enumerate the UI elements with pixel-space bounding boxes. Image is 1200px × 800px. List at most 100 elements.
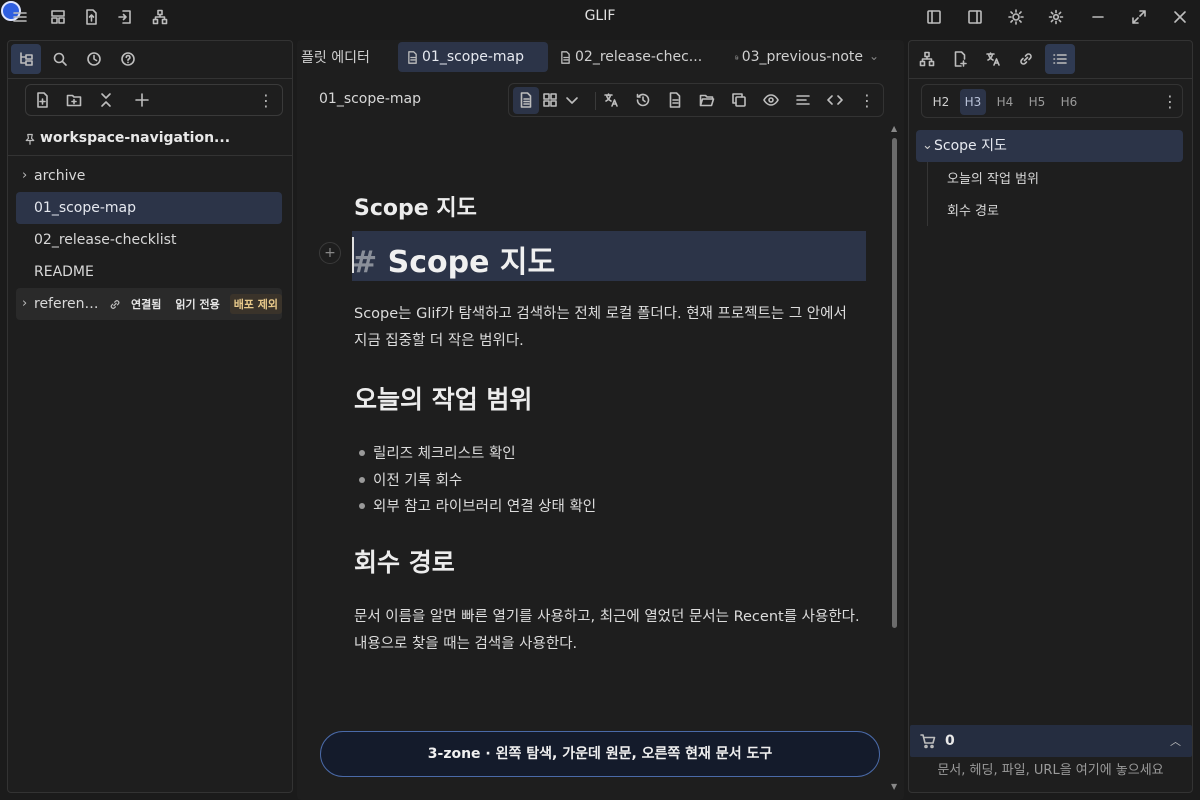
heading-level-h2[interactable]: H2: [928, 89, 954, 115]
list-item[interactable]: 외부 참고 라이브러리 연결 상태 확인: [358, 495, 596, 516]
graph-button[interactable]: [912, 44, 942, 74]
status-badge: 읽기 전용: [175, 298, 220, 311]
tree-item-readme[interactable]: README: [16, 256, 282, 288]
tab-release-checklist[interactable]: 02_release-chec...: [559, 42, 707, 72]
page-icon[interactable]: [667, 92, 683, 108]
code-icon[interactable]: [827, 92, 843, 108]
outline-item[interactable]: 회수 경로: [947, 200, 999, 219]
tree-item-label: 02_release-checklist: [34, 232, 177, 248]
layout-icon[interactable]: [50, 9, 66, 25]
right-sidebar: H2 H3 H4 H5 H6 ⋮ ⌄ Scope 지도 오늘의 작업 범위 회수…: [908, 40, 1193, 793]
tab-label: 01_scope-map: [422, 49, 525, 65]
close-icon[interactable]: [1172, 9, 1188, 25]
more-options-icon[interactable]: ⋮: [258, 91, 274, 110]
tree-icon: [20, 52, 33, 66]
paragraph[interactable]: Scope는 Glif가 탐색하고 검색하는 전체 로컬 폴더다. 현재 프로젝…: [354, 301, 864, 355]
tree-item-scope-map[interactable]: 01_scope-map: [16, 192, 282, 224]
tab-label: 플릿 에디터: [301, 50, 370, 66]
heading-level-h6[interactable]: H6: [1056, 89, 1082, 115]
drop-basket-bar[interactable]: 0 ︿: [910, 725, 1192, 757]
heading-block[interactable]: # Scope 지도: [352, 231, 866, 281]
workspace-name[interactable]: workspace-navigation...: [40, 130, 230, 146]
tree-view-button[interactable]: [11, 44, 41, 74]
translate-icon[interactable]: [603, 92, 619, 108]
left-sidebar: ⋮ workspace-navigation... › archive 01_s…: [7, 40, 293, 793]
title-bar: GLIF: [0, 0, 1200, 34]
recent-button[interactable]: [79, 44, 109, 74]
tree-item-label: reference...: [34, 296, 103, 312]
add-block-handle[interactable]: +: [319, 242, 341, 264]
scroll-down-icon[interactable]: ▼: [891, 782, 897, 791]
tree-item-archive[interactable]: › archive: [16, 160, 282, 192]
scroll-up-icon[interactable]: ▲: [891, 124, 897, 133]
tab-label: 02_release-chec...: [575, 49, 703, 65]
divider: [595, 92, 596, 110]
menu-icon[interactable]: [12, 9, 28, 25]
outline-button[interactable]: [1045, 44, 1075, 74]
tree-item-reference[interactable]: › reference... 연결됨 읽기 전용 배포 제외: [16, 288, 282, 320]
tab-template-editor[interactable]: 플릿 에디터: [301, 42, 397, 72]
tree-item-label: 01_scope-map: [34, 200, 137, 216]
paragraph[interactable]: 문서 이름을 알면 빠른 열기를 사용하고, 최근에 열었던 문서는 Recen…: [354, 604, 864, 658]
import-icon[interactable]: [117, 9, 133, 25]
file-link-button[interactable]: [945, 44, 975, 74]
divider: [8, 155, 292, 156]
section-heading[interactable]: 회수 경로: [354, 543, 455, 579]
theme-icon[interactable]: [1008, 9, 1024, 25]
divider: [909, 78, 1192, 79]
sitemap-icon: [919, 51, 935, 67]
list-item[interactable]: 이전 기록 회수: [358, 469, 462, 490]
basket-count: 0: [945, 733, 955, 749]
minimize-icon[interactable]: [1090, 9, 1106, 25]
outline-item-root[interactable]: ⌄ Scope 지도: [916, 130, 1183, 162]
file-icon: [408, 50, 417, 64]
tab-overflow-icon[interactable]: ⌄: [869, 49, 879, 63]
align-icon[interactable]: [795, 92, 811, 108]
chevron-down-icon[interactable]: [564, 92, 580, 108]
document-title: 01_scope-map: [319, 91, 422, 107]
toggle-right-panel-icon[interactable]: [967, 9, 983, 25]
chevron-down-icon: ⌄: [922, 138, 933, 153]
new-file-icon[interactable]: [34, 92, 50, 108]
heading-level-h4[interactable]: H4: [992, 89, 1018, 115]
more-options-icon[interactable]: ⋮: [859, 91, 875, 110]
layout-hint-banner: 3-zone · 왼쪽 탐색, 가운데 원문, 오른쪽 현재 문서 도구: [320, 731, 880, 777]
new-folder-icon[interactable]: [66, 92, 82, 108]
outline-label: Scope 지도: [934, 138, 1007, 154]
tab-previous-note[interactable]: 03_previous-note: [735, 42, 863, 72]
list-icon: [1053, 54, 1067, 64]
toggle-left-panel-icon[interactable]: [926, 9, 942, 25]
section-heading[interactable]: 오늘의 작업 범위: [354, 380, 532, 416]
heading-level-filter: H2 H3 H4 H5 H6 ⋮: [921, 84, 1183, 118]
grid-icon[interactable]: [542, 92, 558, 108]
search-button[interactable]: [45, 44, 75, 74]
add-icon[interactable]: [134, 92, 150, 108]
heading-level-h3[interactable]: H3: [960, 89, 986, 115]
tree-item-label: README: [34, 264, 94, 280]
heading-level-h5[interactable]: H5: [1024, 89, 1050, 115]
list-item[interactable]: 릴리즈 체크리스트 확인: [359, 442, 516, 463]
sitemap-icon[interactable]: [152, 9, 168, 25]
drop-zone-hint: 문서, 헤딩, 파일, URL을 여기에 놓으세요: [937, 763, 1164, 778]
tree-item-release-checklist[interactable]: 02_release-checklist: [16, 224, 282, 256]
eye-icon[interactable]: [763, 92, 779, 108]
outline-item[interactable]: 오늘의 작업 범위: [947, 168, 1039, 187]
help-button[interactable]: [113, 44, 143, 74]
folder-open-icon[interactable]: [699, 92, 715, 108]
maximize-icon[interactable]: [1131, 9, 1147, 25]
history-icon[interactable]: [635, 92, 651, 108]
document-icon[interactable]: [518, 92, 534, 108]
cart-icon: [920, 734, 936, 749]
export-file-icon[interactable]: [83, 9, 99, 25]
translate-button[interactable]: [978, 44, 1008, 74]
more-options-icon[interactable]: ⋮: [1162, 92, 1178, 111]
links-button[interactable]: [1011, 44, 1041, 74]
copy-icon[interactable]: [731, 92, 747, 108]
tab-scope-map[interactable]: 01_scope-map: [398, 42, 548, 72]
scrollbar-thumb[interactable]: [892, 138, 897, 628]
gear-icon[interactable]: [1048, 9, 1064, 25]
tree-item-label: archive: [34, 168, 86, 184]
chevron-up-icon[interactable]: ︿: [1170, 733, 1181, 749]
collapse-all-icon[interactable]: [98, 92, 114, 108]
file-toolbar: ⋮: [25, 84, 283, 116]
